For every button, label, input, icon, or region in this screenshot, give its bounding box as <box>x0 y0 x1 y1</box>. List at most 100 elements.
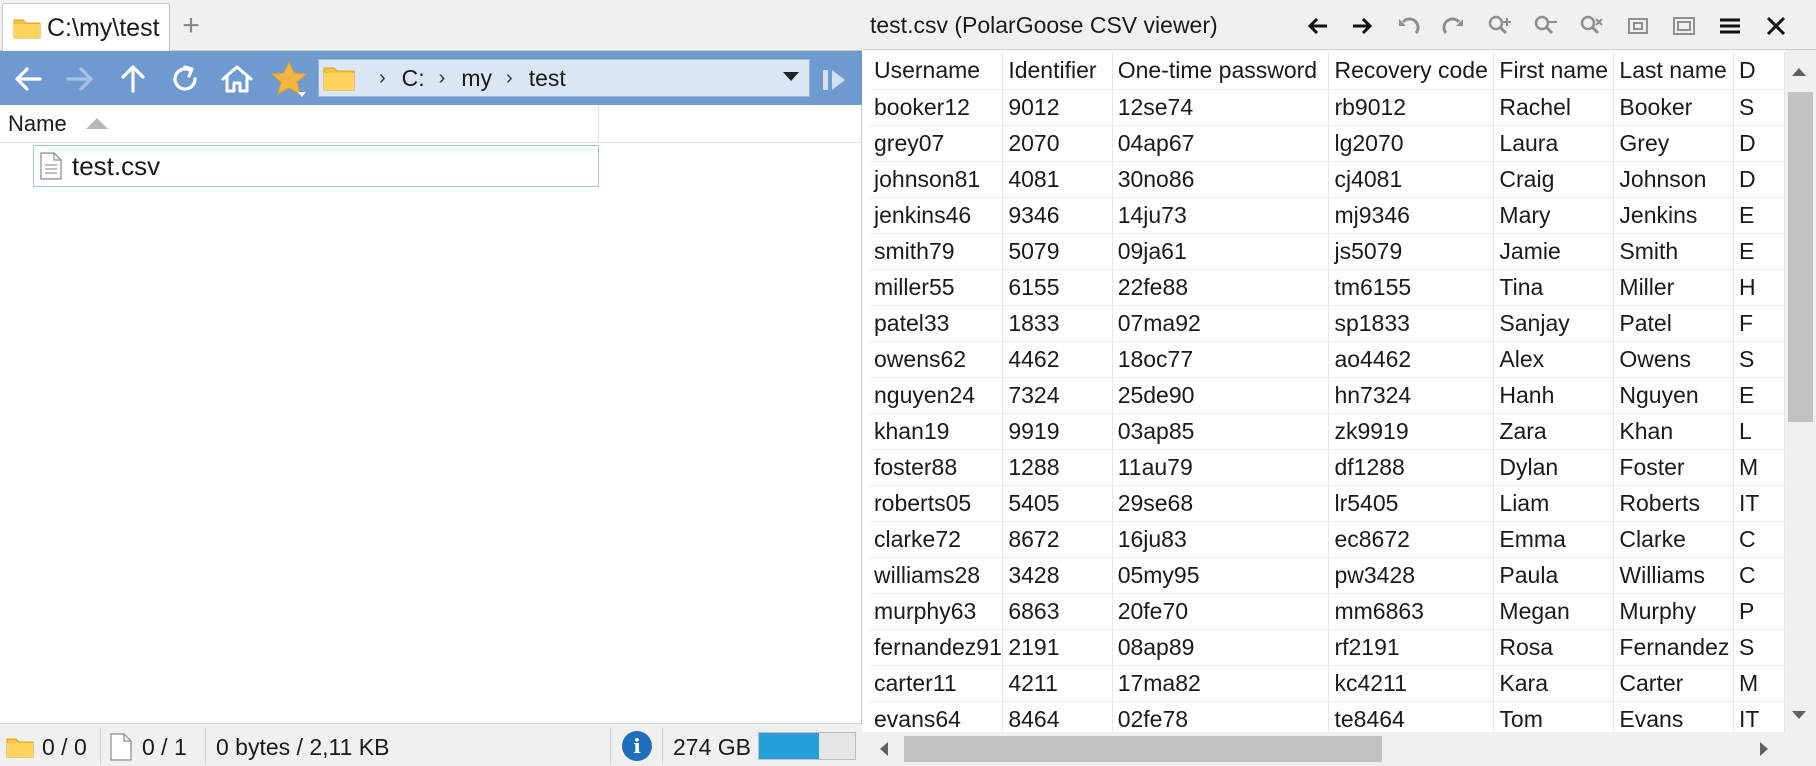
table-cell[interactable]: 03ap85 <box>1112 413 1330 450</box>
table-cell[interactable]: Clarke <box>1613 521 1735 558</box>
table-cell[interactable]: Roberts <box>1613 485 1735 522</box>
column-name-header[interactable]: Name <box>8 111 67 137</box>
table-cell[interactable]: 11au79 <box>1112 449 1330 486</box>
table-cell[interactable]: 02fe78 <box>1112 701 1330 732</box>
table-cell[interactable]: carter11 <box>869 665 1004 702</box>
table-cell[interactable]: 8464 <box>1002 701 1113 732</box>
up-button[interactable] <box>113 59 153 99</box>
table-cell[interactable]: 1833 <box>1002 305 1113 342</box>
table-cell[interactable]: P <box>1733 593 1785 630</box>
table-cell[interactable]: Williams <box>1613 557 1735 594</box>
table-cell[interactable]: williams28 <box>869 557 1004 594</box>
table-cell[interactable]: Booker <box>1613 89 1735 126</box>
table-cell[interactable]: Patel <box>1613 305 1735 342</box>
column-header-cell[interactable]: Username <box>869 52 1004 90</box>
table-cell[interactable]: Rachel <box>1493 89 1615 126</box>
table-cell[interactable]: sp1833 <box>1328 305 1495 342</box>
table-cell[interactable]: Craig <box>1493 161 1615 198</box>
table-row[interactable]: smith79 5079 09ja61 js5079 Jamie Smith E <box>869 233 1785 270</box>
table-cell[interactable]: 6863 <box>1002 593 1113 630</box>
preview-pane-toggle-icon[interactable] <box>820 65 850 95</box>
table-cell[interactable]: 6155 <box>1002 269 1113 306</box>
viewer-forward-button[interactable] <box>1346 10 1378 42</box>
table-row[interactable]: roberts05 5405 29se68 lr5405 Liam Roberts IT <box>869 485 1785 522</box>
menu-button[interactable] <box>1714 10 1746 42</box>
table-row[interactable]: miller55 6155 22fe88 tm6155 Tina Miller H <box>869 269 1785 306</box>
table-row[interactable]: clarke72 8672 16ju83 ec8672 Emma Clarke C <box>869 521 1785 558</box>
table-cell[interactable]: M <box>1733 665 1785 702</box>
table-cell[interactable]: tm6155 <box>1328 269 1495 306</box>
table-cell[interactable]: 29se68 <box>1112 485 1330 522</box>
table-cell[interactable]: murphy63 <box>869 593 1004 630</box>
table-cell[interactable]: ao4462 <box>1328 341 1495 378</box>
table-row[interactable]: owens62 4462 18oc77 ao4462 Alex Owens S <box>869 341 1785 378</box>
close-button[interactable] <box>1760 10 1792 42</box>
table-cell[interactable]: D <box>1733 125 1785 162</box>
table-cell[interactable]: 9346 <box>1002 197 1113 234</box>
table-cell[interactable]: Dylan <box>1493 449 1615 486</box>
table-cell[interactable]: Foster <box>1613 449 1735 486</box>
table-cell[interactable]: 17ma82 <box>1112 665 1330 702</box>
table-cell[interactable]: Johnson <box>1613 161 1735 198</box>
table-cell[interactable]: H <box>1733 269 1785 306</box>
table-cell[interactable]: grey07 <box>869 125 1004 162</box>
table-cell[interactable]: Hanh <box>1493 377 1615 414</box>
table-cell[interactable]: F <box>1733 305 1785 342</box>
horizontal-scroll-thumb[interactable] <box>904 736 1382 762</box>
table-cell[interactable]: Murphy <box>1613 593 1735 630</box>
scroll-left-icon[interactable] <box>880 742 888 756</box>
table-cell[interactable]: rf2191 <box>1328 629 1495 666</box>
table-cell[interactable]: 5079 <box>1002 233 1113 270</box>
vertical-scroll-thumb[interactable] <box>1788 92 1813 422</box>
table-cell[interactable]: hn7324 <box>1328 377 1495 414</box>
favorites-button[interactable] <box>269 59 309 99</box>
column-header-cell[interactable]: D <box>1733 52 1785 90</box>
table-cell[interactable]: E <box>1733 197 1785 234</box>
table-cell[interactable]: 05my95 <box>1112 557 1330 594</box>
table-cell[interactable]: nguyen24 <box>869 377 1004 414</box>
table-cell[interactable]: IT <box>1733 701 1785 732</box>
table-cell[interactable]: Zara <box>1493 413 1615 450</box>
scroll-up-icon[interactable] <box>1792 68 1806 76</box>
table-cell[interactable]: Sanjay <box>1493 305 1615 342</box>
table-cell[interactable]: Paula <box>1493 557 1615 594</box>
table-cell[interactable]: mm6863 <box>1328 593 1495 630</box>
table-cell[interactable]: Grey <box>1613 125 1735 162</box>
table-row[interactable]: williams28 3428 05my95 pw3428 Paula Williams C <box>869 557 1785 594</box>
table-cell[interactable]: E <box>1733 377 1785 414</box>
column-header-cell[interactable]: One-time password <box>1112 52 1330 90</box>
table-cell[interactable]: S <box>1733 629 1785 666</box>
address-bar[interactable]: › C: › my › test <box>318 59 810 97</box>
table-cell[interactable]: Emma <box>1493 521 1615 558</box>
table-cell[interactable]: L <box>1733 413 1785 450</box>
table-cell[interactable]: smith79 <box>869 233 1004 270</box>
viewer-back-button[interactable] <box>1302 10 1334 42</box>
table-cell[interactable]: E <box>1733 233 1785 270</box>
zoom-in-button[interactable] <box>1484 10 1516 42</box>
table-cell[interactable]: pw3428 <box>1328 557 1495 594</box>
table-cell[interactable]: 20fe70 <box>1112 593 1330 630</box>
table-cell[interactable]: 16ju83 <box>1112 521 1330 558</box>
table-cell[interactable]: df1288 <box>1328 449 1495 486</box>
table-cell[interactable]: Liam <box>1493 485 1615 522</box>
table-cell[interactable]: 08ap89 <box>1112 629 1330 666</box>
table-cell[interactable]: evans64 <box>869 701 1004 732</box>
table-cell[interactable]: 7324 <box>1002 377 1113 414</box>
table-row[interactable]: carter11 4211 17ma82 kc4211 Kara Carter M <box>869 665 1785 702</box>
table-cell[interactable]: S <box>1733 341 1785 378</box>
back-button[interactable] <box>8 59 48 99</box>
table-cell[interactable]: 9919 <box>1002 413 1113 450</box>
table-cell[interactable]: D <box>1733 161 1785 198</box>
table-row[interactable]: nguyen24 7324 25de90 hn7324 Hanh Nguyen E <box>869 377 1785 414</box>
table-cell[interactable]: lg2070 <box>1328 125 1495 162</box>
table-row[interactable]: johnson81 4081 30no86 cj4081 Craig Johnson D <box>869 161 1785 198</box>
table-cell[interactable]: C <box>1733 521 1785 558</box>
table-cell[interactable]: cj4081 <box>1328 161 1495 198</box>
breadcrumb-item[interactable]: my <box>461 65 492 92</box>
table-cell[interactable]: 9012 <box>1002 89 1113 126</box>
table-cell[interactable]: Jamie <box>1493 233 1615 270</box>
table-cell[interactable]: Kara <box>1493 665 1615 702</box>
table-cell[interactable]: 4211 <box>1002 665 1113 702</box>
table-row[interactable]: khan19 9919 03ap85 zk9919 Zara Khan L <box>869 413 1785 450</box>
table-cell[interactable]: foster88 <box>869 449 1004 486</box>
